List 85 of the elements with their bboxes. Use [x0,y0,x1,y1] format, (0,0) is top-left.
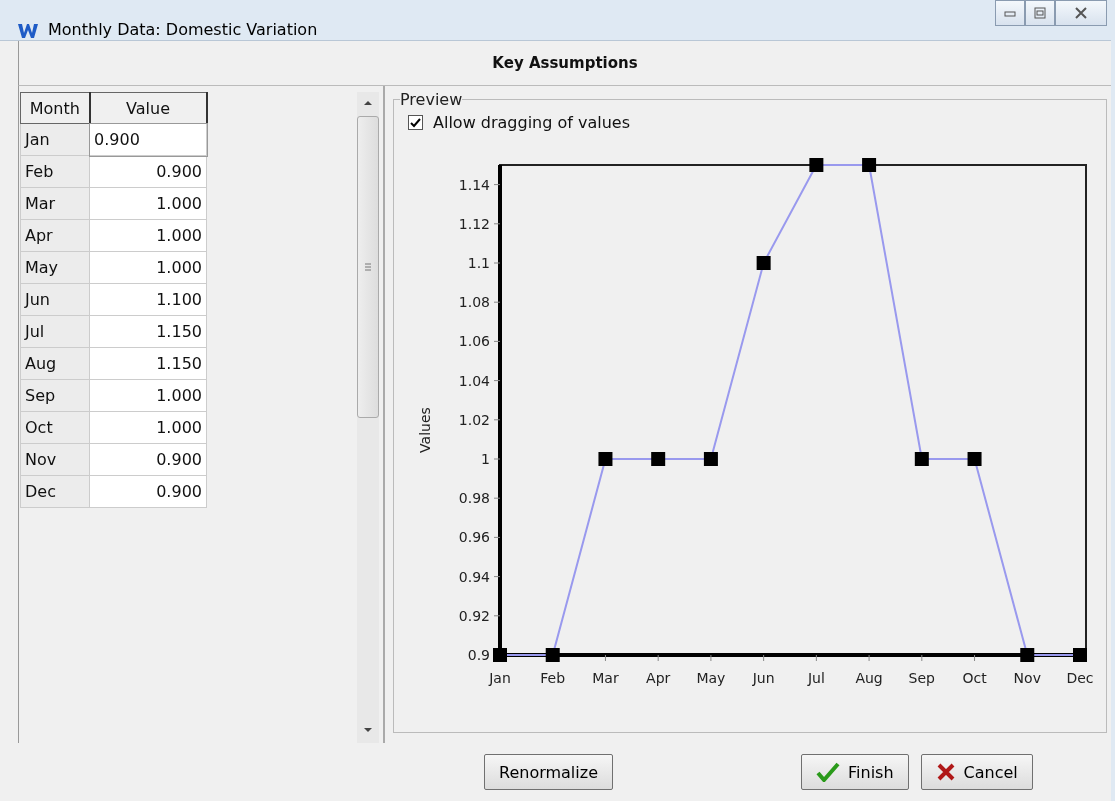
month-cell: Dec [20,475,90,508]
drag-handle[interactable] [967,452,982,466]
checkmark-icon [816,762,840,782]
vertical-scrollbar[interactable] [357,92,379,743]
month-cell: Feb [20,155,90,188]
cancel-button[interactable]: Cancel [920,754,1033,790]
drag-handle[interactable] [809,158,824,172]
allow-dragging-checkbox[interactable]: Allow dragging of values [408,113,1100,132]
drag-handle[interactable] [545,648,560,662]
value-cell[interactable]: 1.000 [89,219,207,252]
y-tick-label: 1.08 [458,294,490,311]
value-cell[interactable]: 0.900 [89,155,207,188]
minimize-button[interactable] [995,0,1025,26]
value-cell[interactable]: 1.100 [89,283,207,316]
window-title: Monthly Data: Domestic Variation [48,20,318,39]
drag-handle[interactable] [703,452,718,466]
value-cell[interactable]: 1.150 [89,315,207,348]
value-input-field[interactable]: 0.900 [89,123,207,156]
column-header[interactable]: Value [89,92,207,124]
drag-handle[interactable] [1073,648,1087,662]
month-cell: Jan [20,123,90,156]
drag-handle[interactable] [914,452,929,466]
x-tick-label: Nov [1013,670,1041,686]
drag-handle[interactable] [598,452,613,466]
y-tick-label: 1.06 [458,333,490,350]
value-cell[interactable]: 1.000 [89,411,207,444]
cross-icon [935,762,956,782]
drag-handle[interactable] [493,648,507,662]
app-logo-icon [18,23,38,39]
drag-handle[interactable] [651,452,666,466]
y-tick-label: 1.1 [467,255,490,271]
month-cell: May [20,251,90,284]
value-cell[interactable]: 1.150 [89,347,207,380]
x-tick-label: Feb [540,670,566,686]
close-button[interactable] [1055,0,1107,26]
month-cell: Mar [20,187,90,220]
renormalize-button[interactable]: Renormalize [484,754,613,790]
x-tick-label: Jun [752,670,775,686]
y-tick-label: 0.9 [467,647,490,663]
month-cell: Apr [20,219,90,252]
value-cell[interactable]: 0.900 [89,443,207,476]
drag-handle[interactable] [862,158,877,172]
month-cell: Aug [20,347,90,380]
y-tick-label: 1.14 [458,176,490,193]
drag-handle[interactable] [756,256,771,270]
x-tick-label: Jul [807,670,825,686]
month-cell: Jul [20,315,90,348]
section-heading: Key Assumptions [492,54,638,72]
scroll-down-icon[interactable] [364,727,372,733]
minimize-icon [1004,9,1016,17]
month-cell: Oct [20,411,90,444]
y-tick-label: 1.02 [458,411,490,428]
x-tick-label: Aug [855,670,883,686]
maximize-icon [1034,7,1046,19]
value-cell[interactable]: 1.000 [89,379,207,412]
close-icon [1074,7,1088,19]
y-tick-label: 1.04 [458,372,490,389]
group-title: Preview [400,90,463,109]
y-tick-label: 0.92 [458,607,490,624]
value-cell[interactable]: 0.900 [89,475,207,508]
y-tick-label: 0.98 [458,490,490,507]
maximize-button[interactable] [1025,0,1055,26]
y-tick-label: 1 [481,451,490,467]
value-cell[interactable]: 1.000 [89,187,207,220]
value-cell[interactable]: 1.000 [89,251,207,284]
scroll-up-icon[interactable] [364,100,372,106]
x-tick-label: May [696,670,726,686]
grip-icon [365,263,371,271]
column-header[interactable]: Month [20,92,90,124]
x-tick-label: Sep [908,670,935,686]
x-tick-label: Dec [1066,670,1094,686]
drag-handle[interactable] [1020,648,1035,662]
x-tick-label: Jan [489,670,511,686]
month-cell: Sep [20,379,90,412]
y-tick-label: 0.94 [458,568,490,585]
x-tick-label: Mar [592,670,619,686]
finish-button[interactable]: Finish [801,754,909,790]
y-tick-label: 1.12 [458,215,490,232]
month-cell: Nov [20,443,90,476]
y-axis-label: Values [417,407,433,453]
x-tick-label: Oct [962,670,987,686]
month-cell: Jun [20,283,90,316]
x-tick-label: Apr [646,670,671,686]
y-tick-label: 0.96 [458,529,490,546]
checkmark-icon [410,117,421,128]
